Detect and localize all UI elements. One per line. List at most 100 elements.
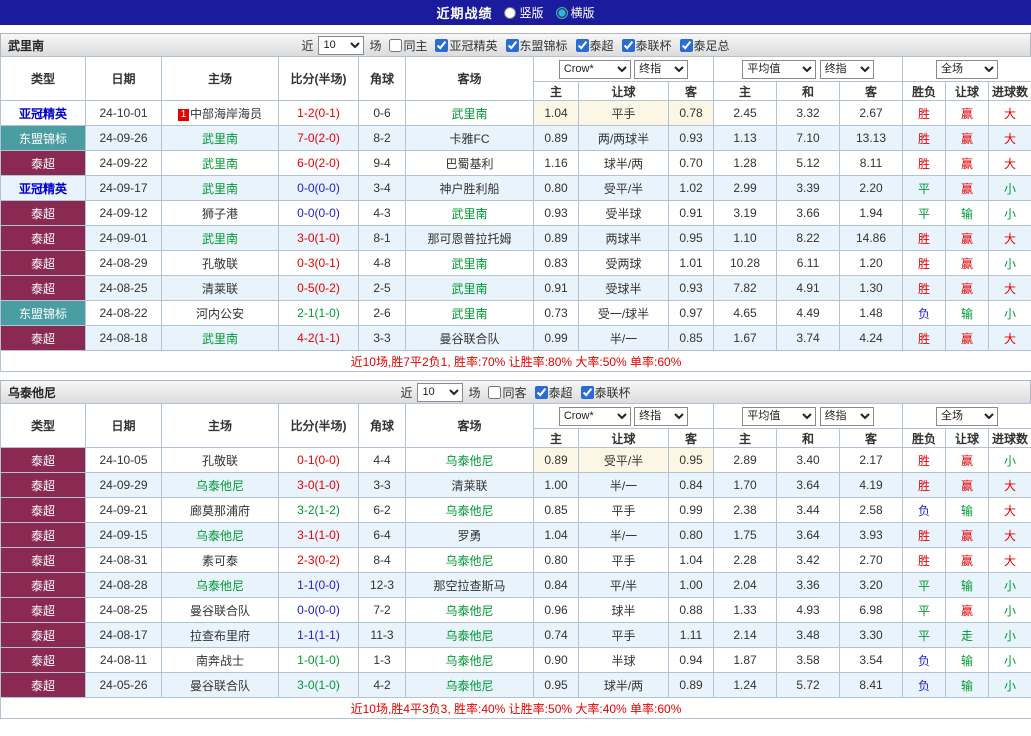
same-venue-filter[interactable]: 同主 <box>384 37 427 54</box>
away-team-cell[interactable]: 乌泰他尼 <box>405 622 534 648</box>
same-venue-filter[interactable]: 同客 <box>483 384 527 401</box>
league-cell: 泰超 <box>0 200 86 226</box>
result-goals-cell: 大 <box>988 275 1031 301</box>
score-cell: 0-0(0-0) <box>278 597 359 623</box>
away-team-cell[interactable]: 武里南 <box>405 200 534 226</box>
result-handicap-cell: 输 <box>945 672 990 698</box>
odds-handicap-cell: 平/半 <box>578 572 669 598</box>
away-team-cell[interactable]: 武里南 <box>405 250 534 276</box>
league-filter[interactable]: 泰超 <box>571 37 614 54</box>
away-team-cell[interactable]: 清莱联 <box>405 472 534 498</box>
avg-final-select[interactable]: 终指 <box>819 59 874 79</box>
average-select[interactable]: 平均值 <box>742 59 817 79</box>
away-team-cell[interactable]: 武里南 <box>405 300 534 326</box>
home-team-cell[interactable]: 曼谷联合队 <box>161 672 279 698</box>
view-option-horizontal[interactable]: 横版 <box>555 4 595 21</box>
away-team-cell[interactable]: 乌泰他尼 <box>405 672 534 698</box>
home-team-cell[interactable]: 孔敬联 <box>161 250 279 276</box>
same-venue-checkbox[interactable] <box>389 38 403 52</box>
league-filter[interactable]: 泰超 <box>530 384 573 401</box>
home-team-cell[interactable]: 廊莫那浦府 <box>161 497 279 523</box>
away-team-cell[interactable]: 武里南 <box>405 100 534 126</box>
home-team-cell[interactable]: 孔敬联 <box>161 447 279 473</box>
avg-final-select[interactable]: 终指 <box>819 406 874 426</box>
home-team-cell[interactable]: 武里南 <box>161 225 279 251</box>
home-team-cell[interactable]: 狮子港 <box>161 200 279 226</box>
league-filter-checkbox[interactable] <box>679 38 693 52</box>
home-team-cell[interactable]: 武里南 <box>161 125 279 151</box>
home-team-cell[interactable]: 乌泰他尼 <box>161 522 279 548</box>
home-team-cell[interactable]: 曼谷联合队 <box>161 597 279 623</box>
odds-group-header: Crow* 终指 <box>532 56 715 82</box>
home-team-cell[interactable]: 武里南 <box>161 175 279 201</box>
away-team-cell[interactable]: 巴蜀基利 <box>405 150 534 176</box>
odds-home-cell: 0.74 <box>533 622 579 648</box>
same-venue-checkbox[interactable] <box>488 385 502 399</box>
date-cell: 24-09-12 <box>85 200 162 226</box>
horizontal-view-radio[interactable] <box>555 6 568 19</box>
view-option-vertical[interactable]: 竖版 <box>504 4 544 21</box>
corner-cell: 8-4 <box>358 547 406 573</box>
home-team-cell[interactable]: 乌泰他尼 <box>161 472 279 498</box>
date-cell: 24-09-15 <box>85 522 162 548</box>
away-team-cell[interactable]: 乌泰他尼 <box>405 497 534 523</box>
league-filter-checkbox[interactable] <box>534 385 548 399</box>
league-filter[interactable]: 亚冠精英 <box>430 37 498 54</box>
league-filter[interactable]: 东盟锦标 <box>501 37 568 54</box>
odds-final-select[interactable]: 终指 <box>634 406 689 426</box>
match-row: 泰超 24-08-31 素可泰 2-3(0-2) 8-4 乌泰他尼 0.80 平手 1.04 2.… <box>0 547 1031 573</box>
away-team-cell[interactable]: 罗勇 <box>405 522 534 548</box>
home-team-cell[interactable]: 南奔战士 <box>161 647 279 673</box>
full-match-select[interactable]: 全场 <box>936 406 999 426</box>
col-date: 日期 <box>85 403 162 448</box>
home-team-cell[interactable]: 清莱联 <box>161 275 279 301</box>
home-team-cell[interactable]: 乌泰他尼 <box>161 572 279 598</box>
recent-count-select[interactable]: 10 <box>417 382 464 402</box>
league-filter[interactable]: 泰足总 <box>675 37 730 54</box>
result-handicap-cell: 走 <box>945 622 990 648</box>
league-filter-checkbox[interactable] <box>580 385 594 399</box>
league-filter-checkbox[interactable] <box>505 38 519 52</box>
bookmaker-select[interactable]: Crow* <box>558 59 631 79</box>
score-cell: 1-0(1-0) <box>278 647 359 673</box>
vertical-view-radio[interactable] <box>504 6 517 19</box>
odds-handicap-cell: 受平/半 <box>578 447 669 473</box>
league-filter[interactable]: 泰联杯 <box>617 37 672 54</box>
away-team-cell[interactable]: 乌泰他尼 <box>405 447 534 473</box>
avg-draw-cell: 3.40 <box>776 447 841 473</box>
away-team-cell[interactable]: 那可恩普拉托姆 <box>405 225 534 251</box>
avg-draw-cell: 3.48 <box>776 622 841 648</box>
home-team-cell[interactable]: 河内公安 <box>161 300 279 326</box>
league-filter-checkbox[interactable] <box>621 38 635 52</box>
away-team-cell[interactable]: 乌泰他尼 <box>405 597 534 623</box>
match-row: 泰超 24-09-21 廊莫那浦府 3-2(1-2) 6-2 乌泰他尼 0.85 平手 0.99… <box>0 497 1031 523</box>
away-team-cell[interactable]: 那空拉查斯马 <box>405 572 534 598</box>
recent-count-select[interactable]: 10 <box>318 35 365 55</box>
score-cell: 2-3(0-2) <box>278 547 359 573</box>
away-team-cell[interactable]: 乌泰他尼 <box>405 547 534 573</box>
full-match-select[interactable]: 全场 <box>936 59 999 79</box>
avg-home-cell: 2.99 <box>713 175 778 201</box>
odds-final-select[interactable]: 终指 <box>634 59 689 79</box>
summary-row: 近10场,胜7平2负1, 胜率:70% 让胜率:80% 大率:50% 单率:60… <box>0 350 1031 372</box>
result-goals-cell: 大 <box>988 100 1031 126</box>
away-team-cell[interactable]: 神户胜利船 <box>405 175 534 201</box>
odds-handicap-cell: 球半/两 <box>578 672 669 698</box>
avg-away-cell: 6.98 <box>839 597 904 623</box>
home-team-cell[interactable]: 武里南 <box>161 150 279 176</box>
average-select[interactable]: 平均值 <box>742 406 817 426</box>
league-filter[interactable]: 泰联杯 <box>576 384 631 401</box>
home-team-cell[interactable]: 1 中部海岸海员 <box>161 100 279 126</box>
away-team-cell[interactable]: 卡雅FC <box>405 125 534 151</box>
away-team-cell[interactable]: 曼谷联合队 <box>405 325 534 351</box>
home-team-cell[interactable]: 素可泰 <box>161 547 279 573</box>
league-filter-checkbox[interactable] <box>575 38 589 52</box>
score-cell: 1-2(0-1) <box>278 100 359 126</box>
away-team-cell[interactable]: 乌泰他尼 <box>405 647 534 673</box>
home-team-cell[interactable]: 拉查布里府 <box>161 622 279 648</box>
bookmaker-select[interactable]: Crow* <box>558 406 631 426</box>
away-team-cell[interactable]: 武里南 <box>405 275 534 301</box>
league-filter-checkbox[interactable] <box>435 38 449 52</box>
home-team-cell[interactable]: 武里南 <box>161 325 279 351</box>
col-corner: 角球 <box>358 56 406 101</box>
